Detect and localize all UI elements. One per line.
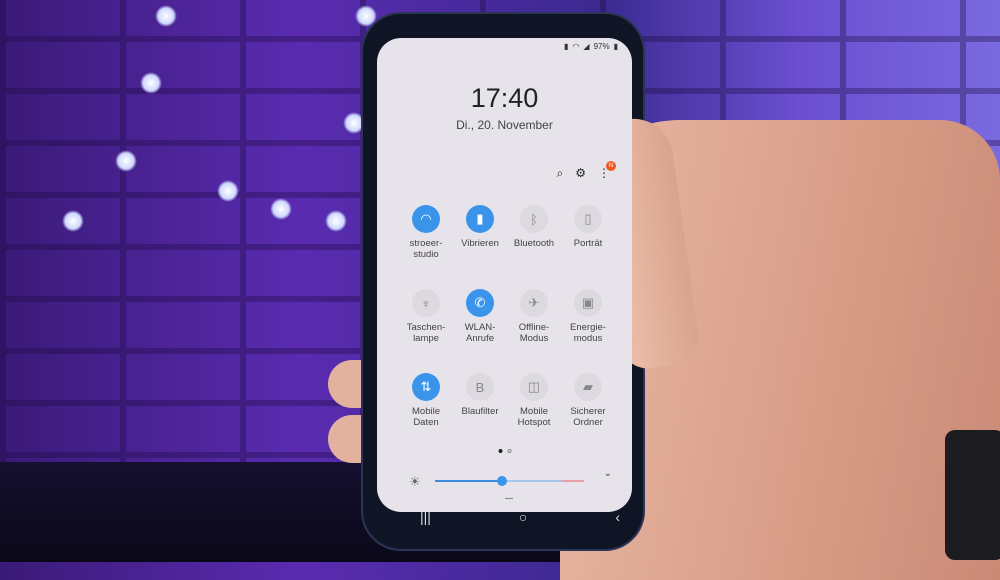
- tile-bluetooth[interactable]: ᛒ Bluetooth: [507, 205, 561, 263]
- quick-settings-panel: ▮ ◠ ◢ 97% ▮ 17:40 Di., 20. November ⌕ ⚙ …: [377, 38, 632, 512]
- clock: 17:40: [470, 83, 539, 113]
- bokeh-light: [140, 72, 162, 94]
- page-dot-active[interactable]: [498, 449, 502, 453]
- battery-percent: 97%: [593, 42, 610, 51]
- brightness-control: ☀ ⌄: [409, 468, 612, 489]
- mobile-data-icon[interactable]: ⇅: [412, 373, 440, 401]
- tile-wifi[interactable]: ◠ stroeer- studio: [399, 205, 453, 263]
- bluetooth-icon[interactable]: ᛒ: [520, 205, 548, 233]
- airplane-icon[interactable]: ✈: [520, 289, 548, 317]
- tile-airplane[interactable]: ✈ Offline- Modus: [507, 289, 561, 347]
- tile-label: WLAN- Anrufe: [464, 322, 496, 344]
- quick-tiles-grid: ◠ stroeer- studio ▮ Vibrieren ᛒ Bluetooth ▯ Por…: [399, 205, 615, 431]
- tile-hotspot[interactable]: ◫ Mobile Hotspot: [507, 373, 561, 431]
- tile-label: Blaufilter: [461, 406, 499, 417]
- navigation-bar: ||| ○ ‹: [420, 509, 620, 525]
- status-bar: ▮ ◠ ◢ 97% ▮: [564, 42, 618, 51]
- page-indicator: [498, 449, 511, 453]
- search-icon[interactable]: ⌕: [557, 166, 564, 181]
- tile-label: Mobile Hotspot: [517, 406, 551, 428]
- tile-label: Vibrieren: [461, 238, 499, 249]
- wifi-icon[interactable]: ◠: [412, 205, 440, 233]
- tile-label: Sicherer Ordner: [570, 406, 606, 428]
- tile-label: Bluetooth: [513, 238, 555, 249]
- signal-icon: ◢: [583, 42, 590, 51]
- gear-icon[interactable]: ⚙: [575, 166, 586, 181]
- tile-vibrate[interactable]: ▮ Vibrieren: [453, 205, 507, 263]
- flashlight-icon[interactable]: ♆: [412, 289, 440, 317]
- tile-portrait-lock[interactable]: ▯ Porträt: [561, 205, 615, 263]
- date: Di., 20. November: [456, 118, 553, 132]
- tile-label: Energie- modus: [570, 322, 606, 344]
- blue-light-filter-icon[interactable]: B: [466, 373, 494, 401]
- tile-label: stroeer- studio: [409, 238, 443, 260]
- tile-mobile-data[interactable]: ⇅ Mobile Daten: [399, 373, 453, 431]
- more-icon[interactable]: ⋮ N: [598, 161, 616, 181]
- bokeh-light: [270, 198, 292, 220]
- bokeh-light: [62, 210, 84, 232]
- portrait-lock-icon[interactable]: ▯: [574, 205, 602, 233]
- watch: [945, 430, 1000, 560]
- tile-label: Mobile Daten: [412, 406, 440, 428]
- tile-wifi-call[interactable]: ✆ WLAN- Anrufe: [453, 289, 507, 347]
- hotspot-icon[interactable]: ◫: [520, 373, 548, 401]
- bokeh-light: [115, 150, 137, 172]
- tile-label: Porträt: [573, 238, 603, 249]
- battery-icon: ▮: [613, 42, 618, 51]
- back-button[interactable]: ‹: [615, 509, 620, 525]
- wifi-icon: ◠: [572, 42, 580, 51]
- tile-secure-folder[interactable]: ▰ Sicherer Ordner: [561, 373, 615, 431]
- drag-handle[interactable]: [504, 498, 513, 499]
- wifi-call-icon[interactable]: ✆: [466, 289, 494, 317]
- brightness-slider[interactable]: [435, 476, 584, 486]
- chevron-down-icon[interactable]: ⌄: [604, 468, 612, 479]
- power-mode-icon[interactable]: ▣: [574, 289, 602, 317]
- bokeh-light: [155, 5, 177, 27]
- tile-label: Taschen- lampe: [406, 322, 446, 344]
- vibrate-icon[interactable]: ▮: [466, 205, 494, 233]
- tile-blue-light-filter[interactable]: B Blaufilter: [453, 373, 507, 431]
- panel-toolbar: ⌕ ⚙ ⋮ N: [557, 161, 616, 181]
- page-dot[interactable]: [507, 449, 511, 453]
- notification-badge: N: [606, 161, 616, 171]
- brightness-slider-thumb[interactable]: [497, 476, 508, 486]
- tile-flashlight[interactable]: ♆ Taschen- lampe: [399, 289, 453, 347]
- recents-button[interactable]: |||: [420, 509, 431, 525]
- bokeh-light: [343, 112, 365, 134]
- bokeh-light: [325, 210, 347, 232]
- bokeh-light: [217, 180, 239, 202]
- secure-folder-icon[interactable]: ▰: [574, 373, 602, 401]
- tile-power-mode[interactable]: ▣ Energie- modus: [561, 289, 615, 347]
- home-button[interactable]: ○: [519, 509, 527, 525]
- brightness-sun-icon: ☀: [409, 474, 421, 489]
- tile-label: Offline- Modus: [518, 322, 550, 344]
- vibrate-icon: ▮: [564, 42, 569, 51]
